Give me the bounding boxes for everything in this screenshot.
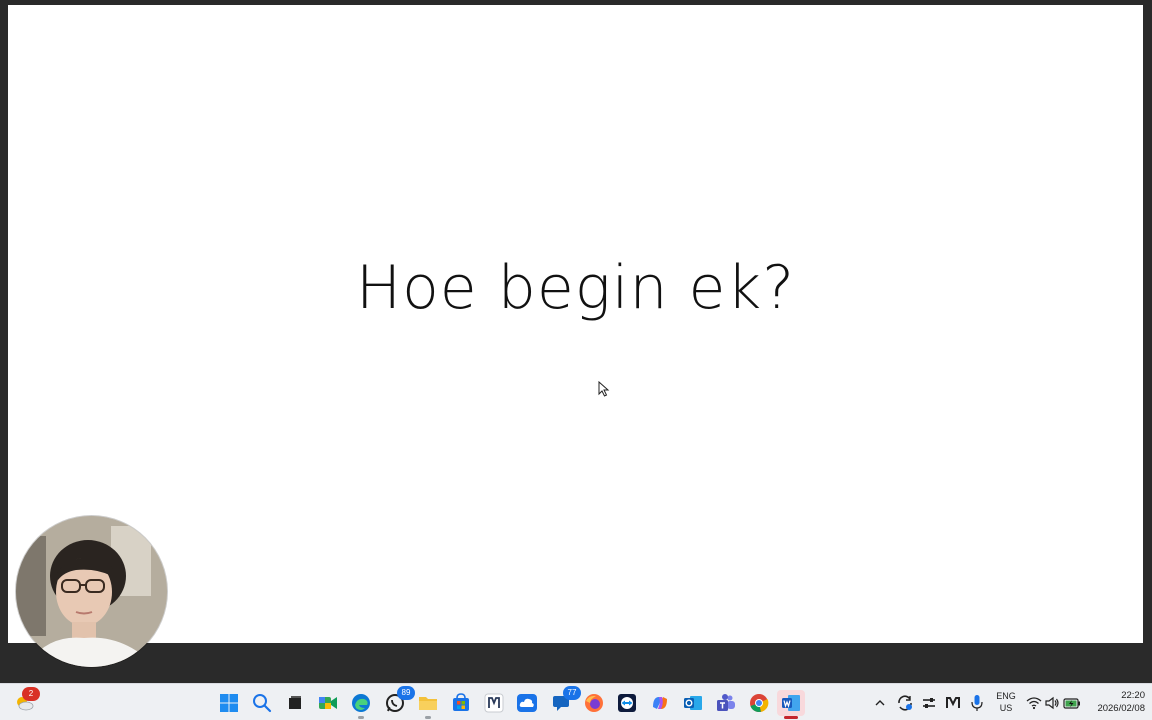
battery-charging-icon [1062, 698, 1080, 709]
language-code: ENG [996, 691, 1016, 701]
edge-app-button[interactable] [347, 690, 375, 719]
whatsapp-app-button[interactable]: 89 [381, 686, 415, 716]
firefox-app-button[interactable] [580, 690, 608, 716]
cloud-app-button[interactable] [513, 690, 541, 716]
word-icon [782, 695, 800, 711]
sliders-icon [923, 698, 935, 708]
chrome-icon [750, 694, 769, 713]
teams-app-button[interactable] [712, 690, 740, 716]
running-indicator [358, 716, 364, 719]
presenter-video-feed [16, 516, 167, 667]
copilot-app-button[interactable] [646, 690, 674, 716]
volume-icon [1044, 696, 1059, 710]
cloud-icon [517, 694, 537, 712]
widgets-button[interactable]: 2 [10, 687, 40, 716]
m-logo-icon [484, 693, 504, 713]
chat-app-button[interactable]: 77 [547, 686, 581, 716]
outlook-app-button[interactable] [679, 690, 707, 716]
folder-icon [419, 697, 437, 710]
firefox-icon [585, 694, 603, 712]
task-view-button[interactable] [281, 690, 309, 716]
search-icon [253, 694, 272, 713]
clock[interactable]: 22:20 2026/02/08 [1085, 689, 1145, 715]
widgets-badge: 2 [22, 687, 40, 701]
edge-icon [352, 694, 370, 712]
microphone-tray-button[interactable] [966, 690, 988, 716]
desktop-screen: Hoe begin ek? 2 89 77 ENG US 22:20 2026/… [0, 0, 1152, 720]
meet-app-button[interactable] [314, 690, 342, 716]
video-call-icon [319, 697, 337, 709]
teams-icon [717, 694, 735, 711]
m-logo-icon [946, 697, 960, 708]
file-explorer-button[interactable] [414, 690, 442, 719]
start-button[interactable] [215, 690, 243, 716]
search-button[interactable] [248, 690, 276, 716]
presentation-slide[interactable]: Hoe begin ek? [8, 5, 1143, 643]
whatsapp-badge: 89 [397, 686, 415, 700]
slide-title: Hoe begin ek? [355, 253, 796, 323]
teamviewer-icon [618, 694, 636, 712]
webcam-overlay [16, 516, 167, 667]
chat-badge: 77 [563, 686, 581, 700]
m-app-button[interactable] [480, 690, 508, 716]
store-app-button[interactable] [447, 690, 475, 716]
language-region: US [999, 703, 1013, 713]
clock-time: 22:20 [1121, 690, 1145, 701]
show-hidden-icons-button[interactable] [872, 690, 888, 716]
running-indicator [425, 716, 431, 719]
word-app-button[interactable] [777, 690, 805, 719]
microphone-icon [971, 695, 983, 711]
m-tray-button[interactable] [942, 690, 964, 716]
sync-tray-button[interactable] [894, 690, 916, 716]
language-indicator[interactable]: ENG US [993, 690, 1019, 714]
task-view-icon [289, 696, 301, 709]
clock-date: 2026/02/08 [1097, 703, 1145, 714]
outlook-icon [684, 696, 702, 710]
copilot-icon [653, 697, 667, 709]
active-indicator [784, 716, 798, 719]
chrome-app-button[interactable] [745, 690, 773, 716]
windows-logo-icon [220, 694, 238, 712]
sync-icon [898, 695, 912, 711]
wifi-icon [1026, 697, 1041, 710]
tray-settings-button[interactable] [918, 690, 940, 716]
teamviewer-app-button[interactable] [613, 690, 641, 716]
mouse-cursor-icon [598, 381, 610, 397]
taskbar: 2 89 77 ENG US 22:20 2026/02/08 [0, 683, 1152, 720]
quick-settings-button[interactable] [1024, 690, 1082, 716]
store-icon [453, 693, 469, 711]
chevron-up-icon [875, 700, 885, 706]
